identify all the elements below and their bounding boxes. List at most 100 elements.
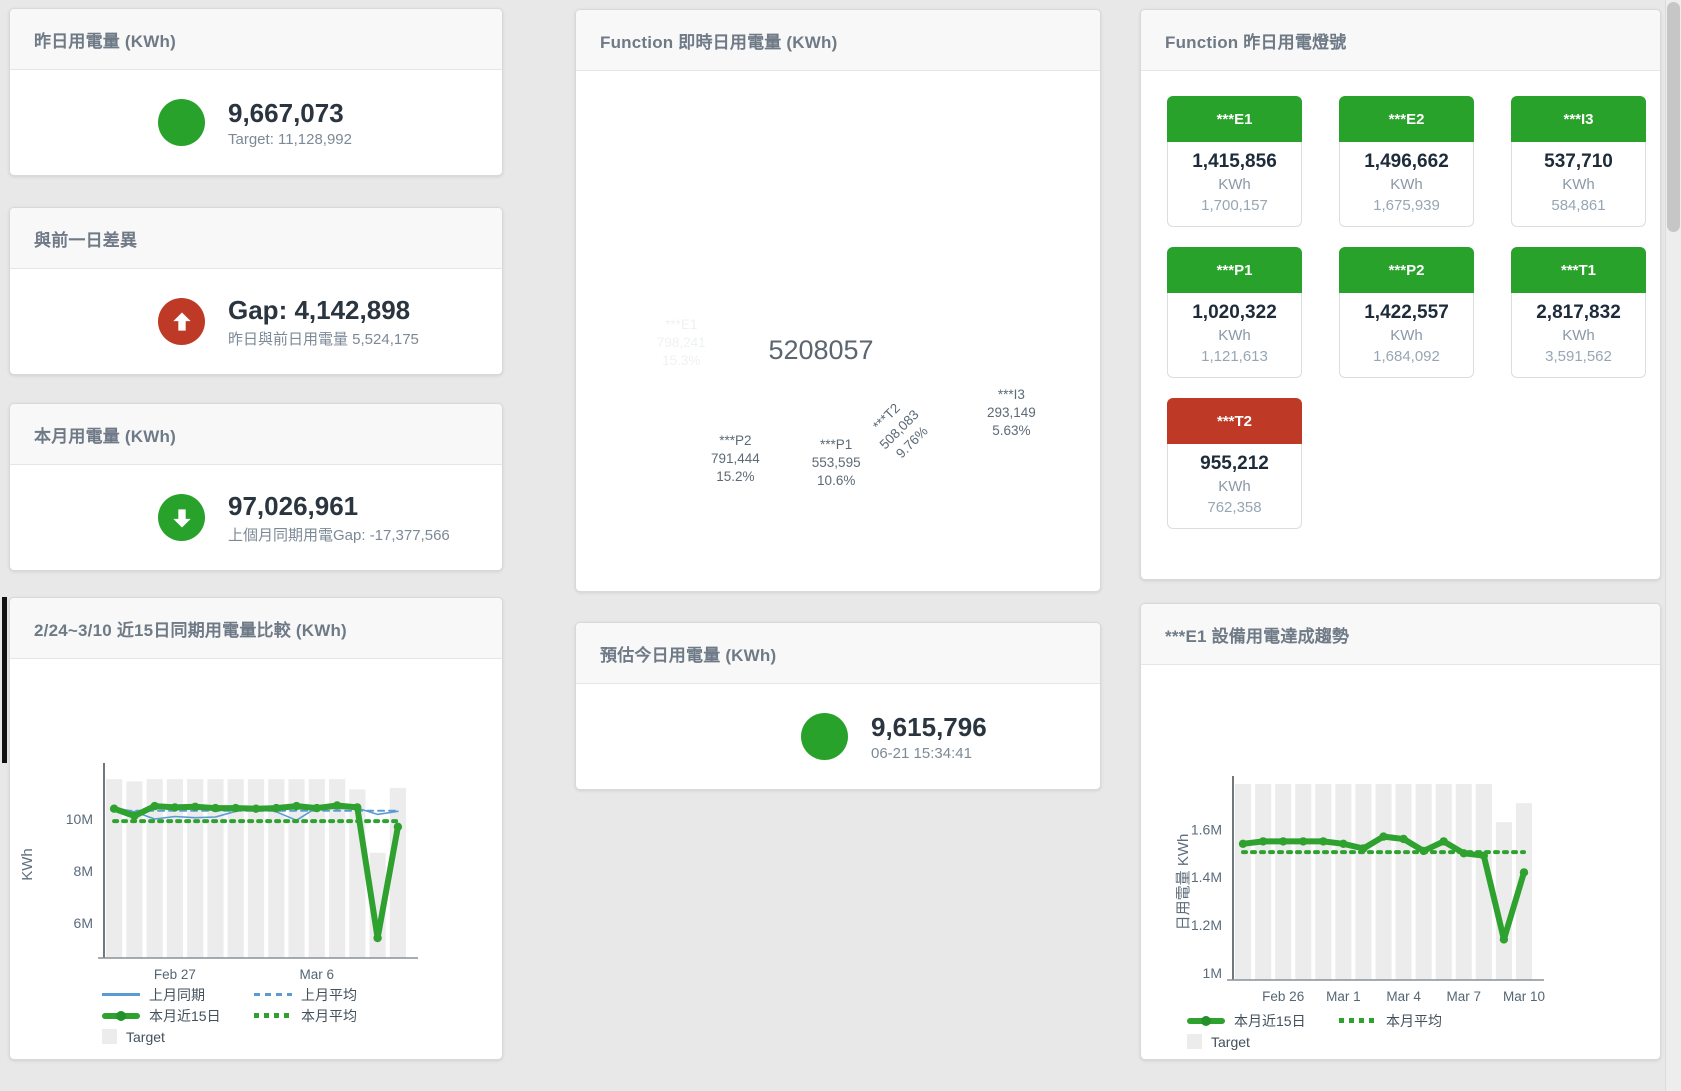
lamp-tile-T1: ***T12,817,832KWh3,591,562 [1511,247,1646,378]
svg-text:***T11,413,18327.1%: ***T11,413,18327.1% [878,250,938,301]
card-title: 昨日用電量 (KWh) [34,27,176,52]
lamp-tile-unit: KWh [1168,325,1301,346]
lamp-tile-unit: KWh [1340,174,1473,195]
lamp-tile-value: 537,710 [1512,150,1645,174]
card-header: 與前一日差異 [10,208,502,269]
green-dots-swatch-icon [1339,1018,1377,1023]
card-day-gap: 與前一日差異 Gap: 4,142,898 昨日與前日用電量 5,524,175 [9,207,503,375]
svg-text:1M: 1M [1203,965,1222,981]
lamp-tile-target: 3,591,562 [1512,346,1645,367]
svg-text:1.2M: 1.2M [1191,917,1222,933]
target-box-swatch-icon [1187,1034,1202,1049]
legend-row: 本月近15日本月平均 [102,1005,357,1026]
card-header: 預估今日用電量 (KWh) [576,623,1100,684]
kpi-subtitle: 昨日與前日用電量 5,524,175 [228,328,419,349]
card-title: 本月用電量 (KWh) [34,422,176,447]
lamp-tile-P2: ***P21,422,557KWh1,684,092 [1339,247,1474,378]
card-month-usage: 本月用電量 (KWh) 97,026,961 上個月同期用電Gap: -17,3… [9,403,503,571]
card-header: Function 即時日用電量 (KWh) [576,10,1100,71]
compare-chart-legend: 上月同期上月平均本月近15日本月平均 Target [102,984,357,1047]
lamp-tile-body: 1,422,557KWh1,684,092 [1339,293,1474,378]
lamp-tile-target: 584,861 [1512,195,1645,216]
lamp-tile-label: ***E1 [1167,96,1302,142]
lamp-tile-body: 1,020,322KWh1,121,613 [1167,293,1302,378]
svg-text:Mar 7: Mar 7 [1447,989,1482,1004]
svg-text:Mar 6: Mar 6 [300,967,335,982]
lamp-tile-I3: ***I3537,710KWh584,861 [1511,96,1646,227]
lamp-tile-value: 955,212 [1168,452,1301,476]
svg-text:1.6M: 1.6M [1191,821,1222,837]
card-title: Function 即時日用電量 (KWh) [600,28,837,53]
legend-item: 本月近15日 [1187,1011,1339,1031]
legend-label: 本月近15日 [149,1006,221,1026]
trend-chart-legend: 本月近15日 本月平均 Target [1187,1010,1442,1052]
legend-label: 本月平均 [1386,1011,1442,1031]
blue-dash-swatch-icon [254,993,292,996]
svg-text:***I3293,1495.63%: ***I3293,1495.63% [987,387,1036,438]
arrow-up-icon [158,298,205,345]
kpi-row: 97,026,961 上個月同期用電Gap: -17,377,566 [10,465,502,570]
card-title: 預估今日用電量 (KWh) [600,641,776,666]
lamp-tile-unit: KWh [1168,476,1301,497]
kpi-value: Gap: 4,142,898 [228,295,419,325]
svg-text:5208057: 5208057 [768,335,873,365]
lamp-tile-label: ***T2 [1167,398,1302,444]
card-yesterday-lamps: Function 昨日用電燈號 ***E11,415,856KWh1,700,1… [1140,9,1661,580]
kpi-row: Gap: 4,142,898 昨日與前日用電量 5,524,175 [10,269,502,374]
legend-item: 上月同期 [102,985,254,1005]
realtime-usage-donut-chart: ***T11,413,18327.1% ***I3293,1495.63% ***T… [576,71,1102,592]
card-title: 2/24~3/10 近15日同期用電量比較 (KWh) [34,616,347,641]
lamp-tile-target: 1,121,613 [1168,346,1301,367]
svg-text:10M: 10M [66,811,93,827]
card-title: 與前一日差異 [34,226,137,251]
green-status-circle-icon [801,713,848,760]
legend-row: Target [1187,1031,1442,1052]
lamp-tile-E2: ***E21,496,662KWh1,675,939 [1339,96,1474,227]
lamp-tile-body: 955,212KWh762,358 [1167,444,1302,529]
lamp-tile-value: 2,817,832 [1512,301,1645,325]
svg-text:***T2508,0839.76%: ***T2508,0839.76% [864,394,935,465]
kpi-row: 9,615,796 06-21 15:34:41 [576,684,1100,789]
lamp-tile-target: 762,358 [1168,497,1301,518]
kpi-subtitle: Target: 11,128,992 [228,131,352,148]
svg-text:Mar 10: Mar 10 [1503,989,1545,1004]
lamp-tile-target: 1,700,157 [1168,195,1301,216]
lamp-tile-target: 1,675,939 [1340,195,1473,216]
lamp-tile-body: 1,415,856KWh1,700,157 [1167,142,1302,227]
legend-label: Target [126,1029,165,1045]
card-header: 2/24~3/10 近15日同期用電量比較 (KWh) [10,598,502,659]
svg-text:***P2791,44415.2%: ***P2791,44415.2% [711,433,760,484]
target-box-swatch-icon [102,1029,117,1044]
card-yesterday-usage: 昨日用電量 (KWh) 9,667,073 Target: 11,128,992 [9,8,503,176]
lamp-tile-label: ***I3 [1511,96,1646,142]
svg-text:Feb 27: Feb 27 [154,967,196,982]
legend-item: Target [102,1029,165,1045]
svg-text:Mar 1: Mar 1 [1326,989,1361,1004]
card-header: 本月用電量 (KWh) [10,404,502,465]
lamp-tile-target: 1,684,092 [1340,346,1473,367]
lamp-tile-body: 537,710KWh584,861 [1511,142,1646,227]
svg-text:Feb 26: Feb 26 [1262,989,1304,1004]
svg-text:***E1798,24115.3%: ***E1798,24115.3% [657,317,706,368]
lamp-tile-value: 1,496,662 [1340,150,1473,174]
legend-item: Target [1187,1034,1250,1050]
legend-item: 上月平均 [254,985,357,1005]
lamp-tile-value: 1,422,557 [1340,301,1473,325]
card-header: 昨日用電量 (KWh) [10,9,502,70]
lamp-tile-unit: KWh [1340,325,1473,346]
svg-text:***P1553,59510.6%: ***P1553,59510.6% [812,437,861,488]
page-scrollbar[interactable] [1665,0,1681,1091]
kpi-row: 9,667,073 Target: 11,128,992 [10,70,502,175]
svg-text:6M: 6M [74,915,93,931]
svg-text:KWh: KWh [19,848,36,881]
lamp-tile-unit: KWh [1512,174,1645,195]
trend-chart: 1M1.2M1.4M1.6MFeb 26Mar 1Mar 4Mar 7Mar 1… [1141,665,1662,1061]
green-status-circle-icon [158,99,205,146]
lamp-tile-unit: KWh [1168,174,1301,195]
legend-row: 上月同期上月平均 [102,984,357,1005]
scrollbar-thumb[interactable] [1667,2,1680,232]
kpi-subtitle: 上個月同期用電Gap: -17,377,566 [228,524,450,545]
card-today-estimate: 預估今日用電量 (KWh) 9,615,796 06-21 15:34:41 [575,622,1101,790]
card-title: Function 昨日用電燈號 [1165,28,1346,53]
arrow-down-icon [158,494,205,541]
